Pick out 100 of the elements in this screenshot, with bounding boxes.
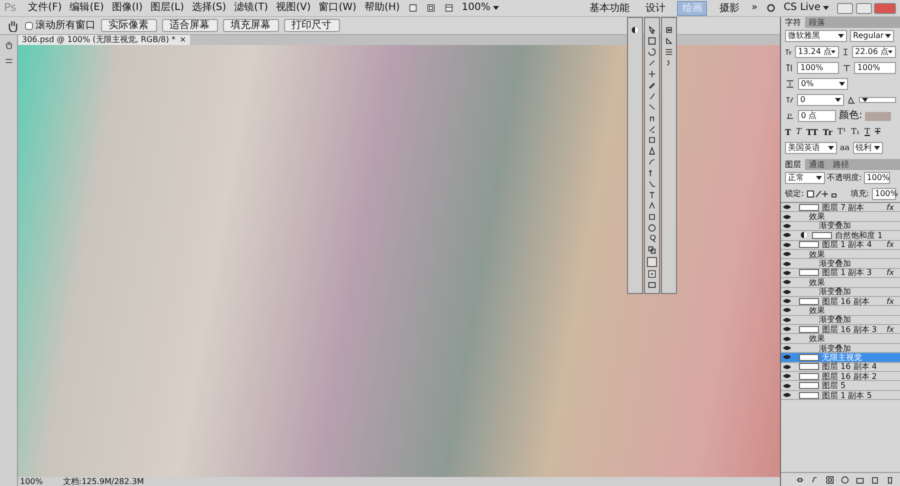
menu-item[interactable]: 滤镜(T) [234,2,268,14]
color-swatch[interactable] [647,257,657,267]
tool-icon[interactable] [647,180,657,188]
visibility-eye-icon[interactable] [783,298,791,304]
text-style-button[interactable]: T [874,126,880,138]
text-style-button[interactable]: T [785,126,791,138]
layer-row[interactable]: 图层 16 副本 3 fx [781,325,900,334]
layer-row[interactable]: 图层 16 副本 4 [781,362,900,372]
hand-icon[interactable] [6,20,20,32]
visibility-eye-icon[interactable] [783,316,791,323]
menu-item[interactable]: 窗口(W) [318,2,356,14]
panel-icon[interactable] [664,26,674,34]
circle-icon[interactable] [766,4,776,12]
text-style-button[interactable]: T [864,126,870,138]
panel-icon[interactable] [664,48,674,56]
visibility-eye-icon[interactable] [783,260,791,267]
menu-item[interactable]: 图像(I) [112,2,143,14]
document-tab[interactable]: 306.psd @ 100% (无限主视觉, RGB/8) * × [18,35,190,45]
text-style-button[interactable]: TT [806,126,818,138]
menu-item[interactable]: 视图(V) [276,2,311,14]
blend-mode-dropdown[interactable]: 正常 [785,172,825,184]
font-style-dropdown[interactable]: Regular [850,30,894,42]
visibility-eye-icon[interactable] [783,326,791,332]
workspace-button[interactable]: 设计 [641,2,670,14]
layer-row[interactable]: 图层 16 副本 2 [781,372,900,382]
view-icon[interactable] [426,4,436,12]
panel-tab[interactable]: 通道 [805,159,829,170]
panel-tab[interactable]: 路径 [829,159,853,170]
panel-tab[interactable]: 图层 [781,159,805,170]
fill-field[interactable]: 100% [872,188,896,200]
option-button[interactable]: 填充屏幕 [222,19,278,32]
layer-row[interactable]: 图层 5 [781,381,900,391]
tool-icon[interactable] [647,246,657,254]
text-style-button[interactable]: T¹ [838,126,846,138]
visibility-eye-icon[interactable] [783,270,791,276]
visibility-eye-icon[interactable] [783,214,791,220]
layer-row[interactable]: 图层 16 副本 fx [781,296,900,306]
layer-action-icon[interactable] [840,476,850,484]
cs-live-button[interactable]: CS Live [784,2,829,14]
layer-row[interactable]: 图层 7 副本 fx [781,203,900,212]
visibility-eye-icon[interactable] [783,382,791,389]
effect-row[interactable]: 渐变叠加 [781,259,900,269]
menu-item[interactable]: 图层(L) [150,2,184,14]
visibility-eye-icon[interactable] [783,288,791,295]
effect-row[interactable]: 渐变叠加 [781,222,900,232]
tool-icon[interactable] [647,224,657,232]
option-button[interactable]: 适合屏幕 [162,19,218,32]
visibility-eye-icon[interactable] [783,232,791,238]
layer-action-icon[interactable] [885,476,895,484]
screen-mode-icon[interactable] [647,281,657,289]
panel-icon[interactable] [664,37,674,45]
effect-row[interactable]: 渐变叠加 [781,316,900,326]
text-style-button[interactable]: Tr [822,126,833,138]
more-workspaces-button[interactable]: » [751,2,758,14]
tool-icon[interactable] [647,191,657,199]
view-icon[interactable] [408,4,418,12]
color-icon[interactable] [630,26,640,34]
hand-tool-icon[interactable] [4,41,14,49]
tool-icon[interactable] [647,70,657,78]
effect-row[interactable]: 效果 [781,306,900,316]
option-button[interactable]: 实际像素 [100,19,156,32]
layer-row[interactable]: 图层 1 副本 4 fx [781,240,900,250]
visibility-eye-icon[interactable] [783,222,791,229]
opacity-field[interactable]: 100% [864,172,890,184]
restore-button[interactable] [856,2,872,14]
layer-row[interactable]: 图层 1 副本 3 fx [781,268,900,278]
visibility-eye-icon[interactable] [783,345,791,352]
leading-field[interactable]: 22.06 点 [852,46,896,58]
visibility-eye-icon[interactable] [783,204,791,210]
effect-row[interactable]: 渐变叠加 [781,288,900,297]
text-style-button[interactable]: T₁ [851,126,860,138]
zoom-dropdown[interactable]: 100% [462,2,499,14]
vertical-scale-field[interactable]: 100% [797,62,839,74]
quick-mask-icon[interactable] [647,270,657,278]
effect-row[interactable]: 效果 [781,278,900,288]
tool-icon[interactable] [647,125,657,133]
font-family-dropdown[interactable]: 微软雅黑 [785,30,847,42]
visibility-eye-icon[interactable] [783,392,791,398]
menu-item[interactable]: 编辑(E) [70,2,104,14]
tsume-field[interactable]: 0% [798,78,848,90]
close-button[interactable] [874,2,896,14]
scroll-all-windows-checkbox[interactable] [25,22,33,30]
option-button[interactable]: 打印尺寸 [284,19,340,32]
layer-action-icon[interactable] [795,476,805,484]
menu-item[interactable]: 帮助(H) [364,2,400,14]
menu-item[interactable]: 文件(F) [28,2,62,14]
effect-row[interactable]: 效果 [781,334,900,344]
font-size-field[interactable]: 13.24 点 [795,46,839,58]
tracking-dropdown[interactable] [858,97,896,103]
visibility-eye-icon[interactable] [783,364,791,370]
layer-action-icon[interactable] [825,476,835,484]
layer-row[interactable]: 图层 1 副本 5 [781,390,900,400]
workspace-button[interactable]: 摄影 [715,2,744,14]
minimize-button[interactable] [837,2,853,14]
baseline-shift-field[interactable]: 0 点 [798,110,836,122]
effect-row[interactable]: 效果 [781,250,900,260]
tool-icon[interactable] [647,235,657,243]
layer-row[interactable]: 自然饱和度 1 [781,231,900,241]
visibility-eye-icon[interactable] [783,251,791,258]
tab-close-button[interactable]: × [180,35,186,45]
